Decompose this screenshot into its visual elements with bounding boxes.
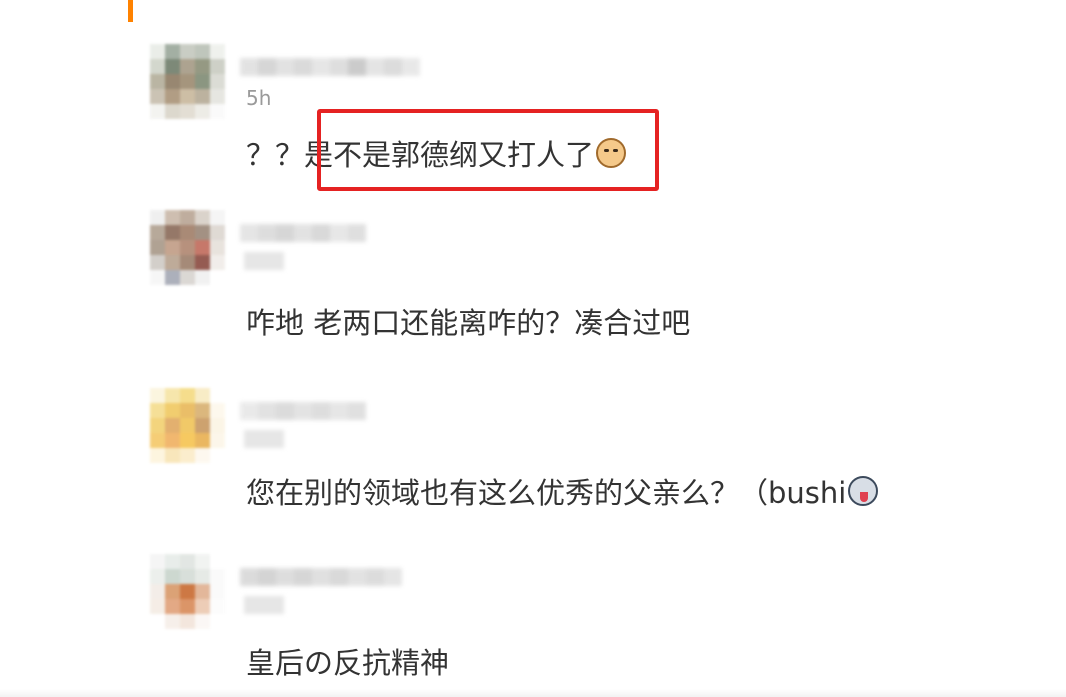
avatar[interactable] [150,388,225,463]
comment-text-content: 您在别的领域也有这么优秀的父亲么？（bushi [246,476,847,510]
username[interactable] [240,58,420,78]
comment-timestamp [244,430,284,448]
avatar[interactable] [150,210,225,285]
comment-text: 您在别的领域也有这么优秀的父亲么？（bushi [246,470,879,512]
username[interactable] [240,224,366,244]
username[interactable] [240,402,366,422]
bottom-edge [0,689,1066,697]
comment-timestamp [244,596,284,614]
comment-text-content: 皇后の反抗精神 [246,646,450,680]
comment-text: 皇后の反抗精神 [246,640,449,682]
dog-tongue-emoji-icon [848,476,879,506]
comment-item: 皇后の反抗精神 [150,554,950,694]
comment-timestamp [244,252,284,270]
avatar[interactable] [150,554,225,629]
comment-timestamp: 5h [246,86,272,110]
comment-item: 您在别的领域也有这么优秀的父亲么？（bushi [150,388,950,518]
username[interactable] [240,568,402,588]
comment-text: 咋地 老两口还能离咋的？凑合过吧 [246,300,690,342]
section-accent-bar [128,0,133,22]
avatar[interactable] [150,44,225,119]
highlight-annotation-box [317,109,659,191]
comment-item: 咋地 老两口还能离咋的？凑合过吧 [150,210,950,340]
comment-text-content: 咋地 老两口还能离咋的？凑合过吧 [246,306,691,340]
